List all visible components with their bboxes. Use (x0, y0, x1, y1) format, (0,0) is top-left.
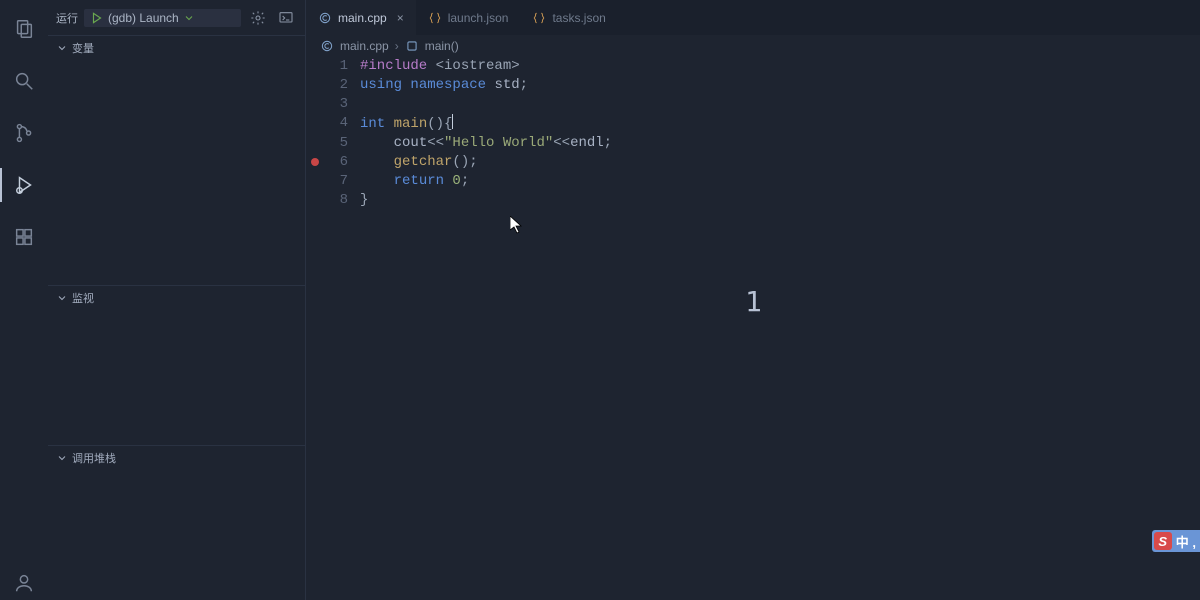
code-content[interactable]: cout<<"Hello World"<<endl; (360, 134, 612, 153)
code-content[interactable]: return 0; (360, 172, 469, 191)
breakpoint-gutter[interactable] (306, 95, 324, 114)
line-number: 7 (324, 172, 360, 191)
code-line[interactable]: 8} (306, 191, 1200, 210)
extensions-icon[interactable] (0, 220, 48, 254)
overlay-digit: 1 (745, 285, 762, 318)
callstack-label: 调用堆栈 (72, 450, 116, 466)
code-content[interactable]: #include <iostream> (360, 57, 520, 76)
text-cursor-icon (452, 114, 453, 129)
watch-label: 监视 (72, 290, 94, 306)
tab-label: tasks.json (552, 11, 605, 25)
accounts-icon[interactable] (0, 566, 48, 600)
tab-label: launch.json (448, 11, 509, 25)
code-editor[interactable]: 1#include <iostream>2using namespace std… (306, 57, 1200, 210)
tab-label: main.cpp (338, 11, 387, 25)
cpp-file-icon (320, 39, 334, 53)
code-content[interactable]: getchar(); (360, 153, 478, 172)
run-debug-icon[interactable] (0, 168, 48, 202)
code-content[interactable]: using namespace std; (360, 76, 528, 95)
breakpoint-dot-icon (311, 158, 319, 166)
debug-side-panel: 运行 (gdb) Launch 变量 监视 调用堆栈 (48, 0, 306, 600)
cpp-file-icon (318, 11, 332, 25)
activity-bar (0, 0, 48, 600)
line-number: 3 (324, 95, 360, 114)
line-number: 5 (324, 134, 360, 153)
ime-logo-icon: S (1154, 532, 1172, 550)
debug-console-icon[interactable] (275, 7, 297, 29)
breakpoint-gutter[interactable] (306, 57, 324, 76)
editor-tabs: main.cpp × launch.json tasks.json (306, 0, 1200, 35)
breakpoint-gutter[interactable] (306, 76, 324, 95)
tab-launch-json[interactable]: launch.json (416, 0, 521, 35)
tab-main-cpp[interactable]: main.cpp × (306, 0, 416, 35)
breakpoint-gutter[interactable] (306, 153, 324, 172)
callstack-section: 调用堆栈 (48, 445, 305, 600)
code-line[interactable]: 7 return 0; (306, 172, 1200, 191)
code-line[interactable]: 2using namespace std; (306, 76, 1200, 95)
line-number: 8 (324, 191, 360, 210)
close-icon[interactable]: × (397, 11, 404, 25)
tab-tasks-json[interactable]: tasks.json (520, 0, 617, 35)
symbol-method-icon (405, 39, 419, 53)
code-content[interactable]: int main(){ (360, 114, 453, 134)
variables-label: 变量 (72, 40, 94, 56)
search-icon[interactable] (0, 64, 48, 98)
watch-section: 监视 (48, 285, 305, 445)
breakpoint-gutter[interactable] (306, 134, 324, 153)
line-number: 2 (324, 76, 360, 95)
variables-section: 变量 (48, 35, 305, 285)
variables-header[interactable]: 变量 (48, 36, 305, 60)
breakpoint-gutter[interactable] (306, 172, 324, 191)
code-line[interactable]: 6 getchar(); (306, 153, 1200, 172)
breakpoint-gutter[interactable] (306, 114, 324, 134)
breadcrumb-symbol: main() (425, 39, 459, 53)
breadcrumb-sep-icon: › (395, 39, 399, 53)
launch-config-dropdown[interactable]: (gdb) Launch (84, 9, 241, 27)
watch-header[interactable]: 监视 (48, 286, 305, 310)
line-number: 4 (324, 114, 360, 134)
run-label: 运行 (56, 10, 78, 26)
code-line[interactable]: 5 cout<<"Hello World"<<endl; (306, 134, 1200, 153)
callstack-header[interactable]: 调用堆栈 (48, 446, 305, 470)
breadcrumb-file: main.cpp (340, 39, 389, 53)
gear-icon[interactable] (247, 7, 269, 29)
code-line[interactable]: 3 (306, 95, 1200, 114)
run-header: 运行 (gdb) Launch (48, 0, 305, 35)
ime-indicator[interactable]: S 中 , (1152, 530, 1200, 552)
breakpoint-gutter[interactable] (306, 191, 324, 210)
code-line[interactable]: 1#include <iostream> (306, 57, 1200, 76)
json-file-icon (532, 11, 546, 25)
breadcrumbs[interactable]: main.cpp › main() (306, 35, 1200, 57)
line-number: 1 (324, 57, 360, 76)
ime-text: 中 , (1176, 532, 1196, 551)
line-number: 6 (324, 153, 360, 172)
code-content[interactable]: } (360, 191, 368, 210)
source-control-icon[interactable] (0, 116, 48, 150)
explorer-icon[interactable] (0, 12, 48, 46)
code-line[interactable]: 4int main(){ (306, 114, 1200, 134)
json-file-icon (428, 11, 442, 25)
launch-config-label: (gdb) Launch (108, 11, 179, 25)
